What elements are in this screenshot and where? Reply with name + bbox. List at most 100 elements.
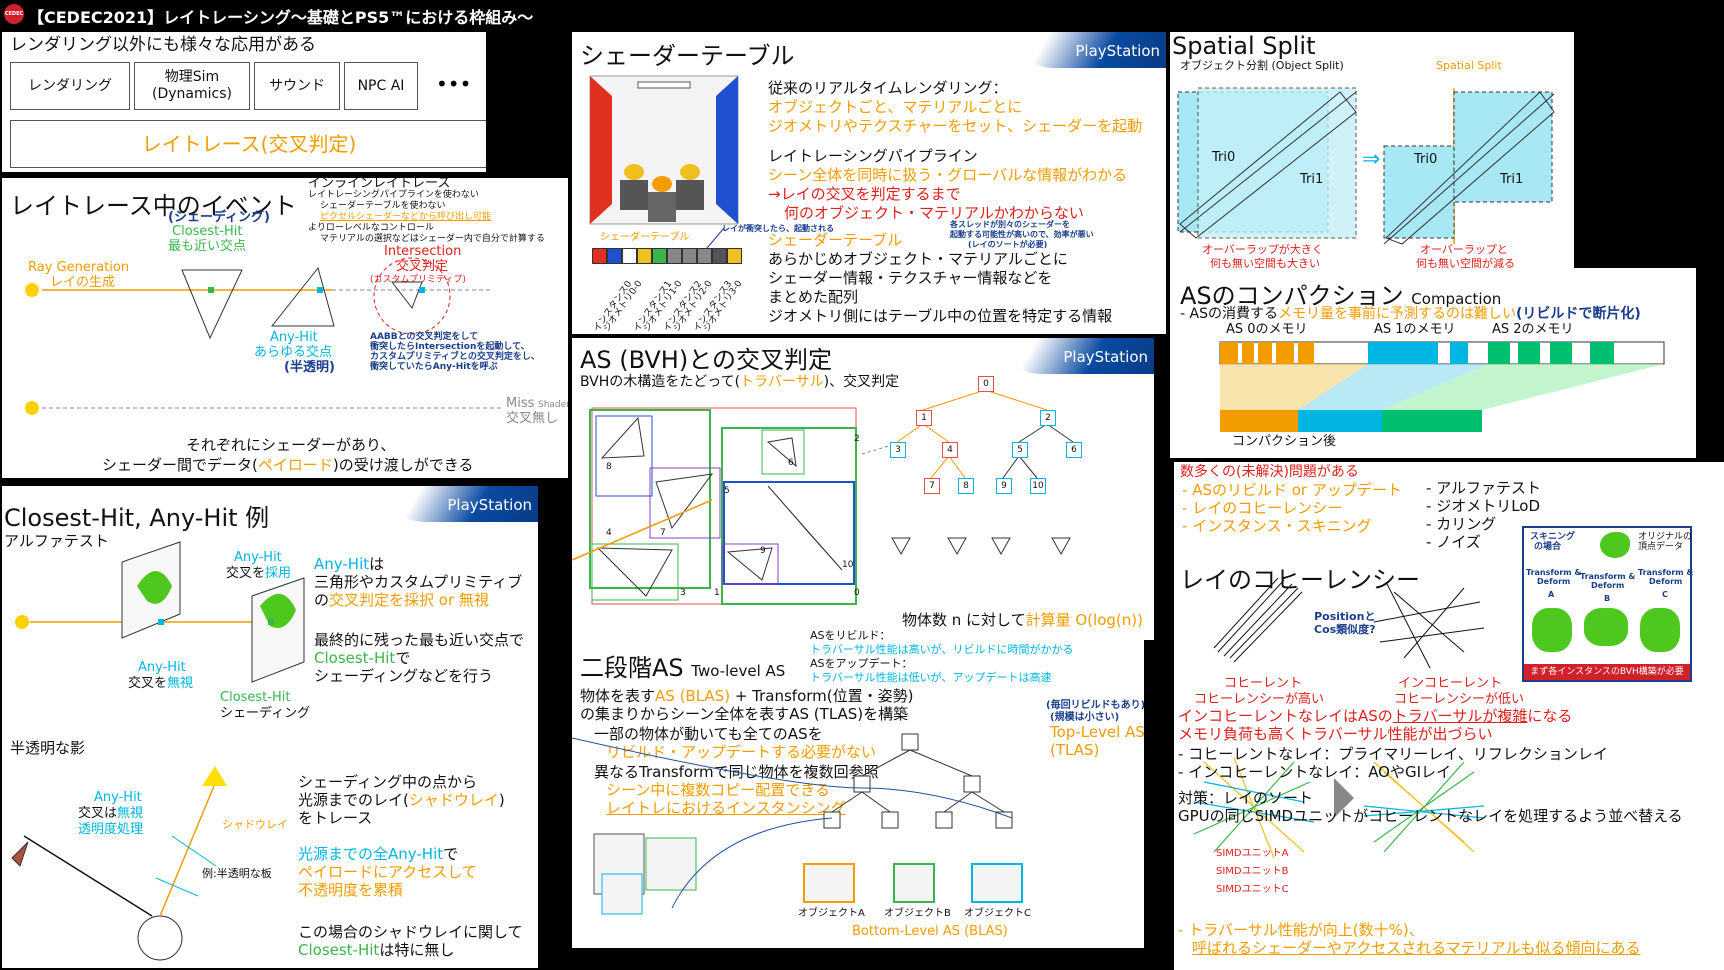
m1c: になる xyxy=(1527,707,1573,725)
bvh-leaf-triangle xyxy=(891,537,911,556)
bvh-edge xyxy=(922,389,986,411)
shadow-text-2: 光源までのレイ(シャドウレイ) xyxy=(298,791,505,809)
sound-box: サウンド xyxy=(254,62,340,110)
right-text-5: Closest-Hitで xyxy=(314,649,411,667)
panel-as-bvh: PlayStation AS (BVH)との交叉判定 BVHの木構造をたどって(… xyxy=(572,338,1154,640)
ah-top-a: 交叉を xyxy=(226,566,266,581)
coherent-label: コヒーレント xyxy=(1224,676,1303,691)
object-b: オブジェクトB xyxy=(884,908,951,919)
compaction-diagram xyxy=(1219,341,1665,432)
panel-as-compaction: ASのコンパクション Compaction - ASの消費するメモリ量を事前に予… xyxy=(1170,268,1696,458)
rendering-box: レンダリング xyxy=(10,62,130,110)
page-title: 【CEDEC2021】レイトレーシング～基礎とPS5™における枠組み～ xyxy=(28,8,534,27)
shader-table-cell xyxy=(622,248,637,264)
s8a: Closest-Hit xyxy=(298,941,380,959)
st-note2: 起動する可能性が高いので、効率が悪い xyxy=(950,230,1094,239)
bvh-leaf-triangle xyxy=(991,537,1011,556)
any-hit-shadow-sub: 交叉は無視 xyxy=(78,806,143,822)
right-text-6: シェーディングなどを行う xyxy=(314,667,493,685)
st-l10: シェーダー情報・テクスチャー情報などを xyxy=(768,269,1053,287)
st-l8: シェーダーテーブル xyxy=(768,231,903,249)
raytrace-box: レイトレース(交叉判定) xyxy=(10,120,486,168)
bvh-node-8: 8 xyxy=(958,478,974,494)
bvh-node-3: 3 xyxy=(890,442,906,458)
bvh-node-0: 0 xyxy=(978,376,994,392)
closest-hit-label: Closest-Hit xyxy=(220,690,291,705)
title-bar: CEDEC 【CEDEC2021】レイトレーシング～基礎とPS5™における枠組み… xyxy=(0,0,620,28)
r1b: は xyxy=(369,555,385,573)
leaf-9: 9 xyxy=(760,546,766,556)
leaf-4: 4 xyxy=(606,528,612,538)
st-l2: オブジェクトごと、マテリアルごとに xyxy=(768,98,1023,116)
bvh-node-2: 2 xyxy=(1040,410,1056,426)
leaf-5: 5 xyxy=(724,486,730,496)
coherent-sub: コヒーレンシーが高い xyxy=(1194,692,1325,707)
s2a: 光源までのレイ( xyxy=(298,791,409,809)
s2b: シャドウレイ xyxy=(408,791,499,809)
shadow-text-4: 光源までの全Any-Hitで xyxy=(298,845,459,863)
aabb-note-1: AABBとの交叉判定をして xyxy=(370,332,479,342)
ah-bot-a: 交叉を xyxy=(128,676,168,691)
bvh-edge xyxy=(984,389,1048,411)
coh-m6: GPUの同じSIMDユニットがコヒーレントなレイを処理するよう並べ替える xyxy=(1178,807,1683,825)
bvh-edge xyxy=(1018,455,1038,479)
shader-table-cell xyxy=(592,248,607,264)
ellipsis: ••• xyxy=(436,72,472,96)
st-l4: レイトレーシングパイプライン xyxy=(768,147,978,165)
right-text-2: 三角形やカスタムプリミティブ xyxy=(314,573,523,591)
shadow-text-7: この場合のシャドウレイに関して xyxy=(298,923,523,941)
st-note1: 各スレッドが別々のシェーダーを xyxy=(950,220,1070,229)
aabb-note-4: 衝突していたらAny-Hitを呼ぶ xyxy=(370,362,498,372)
simd-a: SIMDユニットA xyxy=(1216,848,1289,859)
miss-shader: Shader xyxy=(538,400,568,410)
bvh-node-1: 1 xyxy=(916,410,932,426)
st-l11: まとめた配列 xyxy=(768,288,859,306)
bvh-edge xyxy=(948,455,966,479)
f1: トラバーサル性能が向上(数十%)、 xyxy=(1188,921,1424,939)
coh-m5: 対策：レイのソート xyxy=(1178,789,1314,807)
bvh-edge xyxy=(930,455,950,479)
bvh-diagram xyxy=(572,389,1074,605)
m3: コヒーレントなレイ：プライマリーレイ、リフレクションレイ xyxy=(1188,745,1608,763)
shadow-text-5: ペイロードにアクセスして xyxy=(298,863,477,881)
bvh-leaf-triangle xyxy=(947,537,967,556)
closest-hit-sub: シェーディング xyxy=(220,706,311,721)
st-l6: →レイの交叉を判定するまで xyxy=(768,185,961,203)
any-hit-shadow: Any-Hit xyxy=(94,790,142,805)
bvh-node-10: 10 xyxy=(1030,478,1046,494)
cedec-logo-icon: CEDEC xyxy=(4,4,24,24)
leaf-3: 3 xyxy=(680,588,686,598)
panel-ray-coherency: 数多くの(未解決)問題がある - ASのリビルド or アップデート - レイの… xyxy=(1174,462,1724,970)
any-hit-label: Any-Hit xyxy=(270,330,318,345)
s4b: で xyxy=(443,845,459,863)
leaf-0: 0 xyxy=(854,588,860,598)
any-hit-bottom-sub: 交叉を無視 xyxy=(128,676,193,692)
bvh-foot: 物体数 n に対して計算量 O(log(n)) xyxy=(902,611,1143,629)
shader-table-cell xyxy=(682,248,697,264)
any-hit-sub2: (半透明) xyxy=(284,360,335,375)
physics-sim-box: 物理Sim (Dynamics) xyxy=(134,62,250,110)
bvh-edge xyxy=(1002,455,1020,479)
m1a: インコヒーレントなレイはASの xyxy=(1178,707,1393,725)
leaf-2: 2 xyxy=(854,434,860,444)
m4: インコヒーレントなレイ：AOやGIレイ xyxy=(1188,763,1452,781)
panel-two-level-as: 二段階AS Two-level AS ASをリビルド： トラバーサル性能は高いが… xyxy=(572,628,1144,948)
any-hit-bottom: Any-Hit xyxy=(138,660,186,675)
right-text-4: 最終的に残った最も近い交点で xyxy=(314,631,525,649)
shader-table-cell xyxy=(697,248,712,264)
right-text-1: Any-Hitは xyxy=(314,555,385,573)
right-text-3: の交叉判定を採択 or 無視 xyxy=(314,591,489,609)
bvh-node-9: 9 xyxy=(996,478,1012,494)
position-cos-question: Positionと Cos類似度? xyxy=(1314,610,1376,637)
foot-a: 物体数 n に対して xyxy=(902,611,1026,629)
coh-m4: - インコヒーレントなレイ：AOやGIレイ xyxy=(1178,763,1452,781)
aabb-note-3: カスタムプリミティブとの交叉判定をし、 xyxy=(370,352,540,362)
bvh-node-6: 6 xyxy=(1066,442,1082,458)
bvh-leaf-triangle xyxy=(1051,537,1071,556)
ah3c: 無視 xyxy=(117,806,144,821)
caption-1a: オーバーラップが大きく xyxy=(1202,243,1323,256)
ah3b: 交叉は xyxy=(78,806,118,821)
s4a: 光源までの全Any-Hit xyxy=(298,845,444,863)
r5b: で xyxy=(395,649,411,667)
footer-1: それぞれにシェーダーがあり、 xyxy=(186,436,396,454)
